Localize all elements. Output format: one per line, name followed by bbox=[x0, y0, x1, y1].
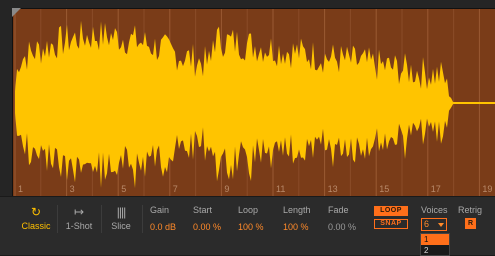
waveform-display[interactable]: 1 3 5 7 9 11 13 15 17 19 bbox=[12, 8, 495, 196]
bar-marker-label: 1 bbox=[18, 184, 23, 194]
loop-value[interactable]: 100 % bbox=[238, 222, 264, 232]
retrig-label: Retrig bbox=[458, 205, 483, 215]
mode-one-shot-label: 1-Shot bbox=[65, 221, 93, 231]
chevron-down-icon bbox=[438, 223, 444, 227]
bar-marker-label: 3 bbox=[70, 184, 75, 194]
loop-toggle-button[interactable]: LOOP bbox=[374, 206, 408, 216]
loop-arrow-icon: ↻ bbox=[30, 205, 42, 219]
voices-option-2[interactable]: 2 bbox=[421, 245, 449, 255]
loop-label: Loop bbox=[238, 205, 259, 215]
one-shot-arrow-icon: ↦ bbox=[73, 205, 85, 219]
length-value[interactable]: 100 % bbox=[283, 222, 311, 232]
voices-value: 6 bbox=[424, 219, 430, 229]
start-label: Start bbox=[193, 205, 213, 215]
waveform-canvas[interactable]: 1 3 5 7 9 11 13 15 17 19 bbox=[13, 9, 495, 196]
start-marker-icon[interactable] bbox=[12, 8, 21, 17]
bar-marker-label: 17 bbox=[431, 184, 441, 194]
gain-value[interactable]: 0.0 dB bbox=[150, 222, 176, 232]
slice-bars-icon: |||| bbox=[116, 205, 126, 219]
retrig-button[interactable]: R bbox=[465, 218, 476, 229]
fade-label: Fade bbox=[328, 205, 349, 215]
loop-control[interactable]: Loop 100 % bbox=[238, 205, 264, 232]
mode-classic-label: Classic bbox=[21, 221, 51, 231]
bar-marker-label: 5 bbox=[121, 184, 126, 194]
bar-marker-label: 9 bbox=[224, 184, 229, 194]
bar-marker-label: 11 bbox=[276, 184, 285, 194]
start-control[interactable]: Start 0.00 % bbox=[193, 205, 221, 232]
divider bbox=[57, 205, 58, 233]
mode-slice-label: Slice bbox=[111, 221, 131, 231]
length-control[interactable]: Length 100 % bbox=[283, 205, 311, 232]
divider bbox=[101, 205, 102, 233]
bar-marker-label: 13 bbox=[328, 184, 338, 194]
gain-control[interactable]: Gain 0.0 dB bbox=[150, 205, 176, 232]
fade-value[interactable]: 0.00 % bbox=[328, 222, 356, 232]
mode-classic-button[interactable]: ↻ Classic bbox=[16, 203, 56, 243]
bar-marker-label: 15 bbox=[379, 184, 389, 194]
bar-marker-label: 7 bbox=[173, 184, 178, 194]
waveform-shape bbox=[15, 20, 453, 189]
gain-label: Gain bbox=[150, 205, 170, 215]
simpler-device: 1 3 5 7 9 11 13 15 17 19 ↻ Classic ↦ 1-Shot |||| … bbox=[0, 0, 495, 256]
snap-toggle-button[interactable]: SNAP bbox=[374, 219, 408, 229]
divider bbox=[142, 205, 143, 233]
voices-select[interactable]: 6 bbox=[421, 218, 447, 231]
length-label: Length bbox=[283, 205, 311, 215]
mode-slice-button[interactable]: |||| Slice bbox=[104, 203, 138, 243]
start-value[interactable]: 0.00 % bbox=[193, 222, 221, 232]
voices-label: Voices bbox=[421, 205, 448, 215]
voices-dropdown[interactable]: 1 2 bbox=[420, 233, 450, 256]
fade-control[interactable]: Fade 0.00 % bbox=[328, 205, 356, 232]
bar-marker-label: 19 bbox=[482, 184, 492, 194]
mode-one-shot-button[interactable]: ↦ 1-Shot bbox=[60, 203, 98, 243]
voices-option-1[interactable]: 1 bbox=[421, 234, 449, 245]
